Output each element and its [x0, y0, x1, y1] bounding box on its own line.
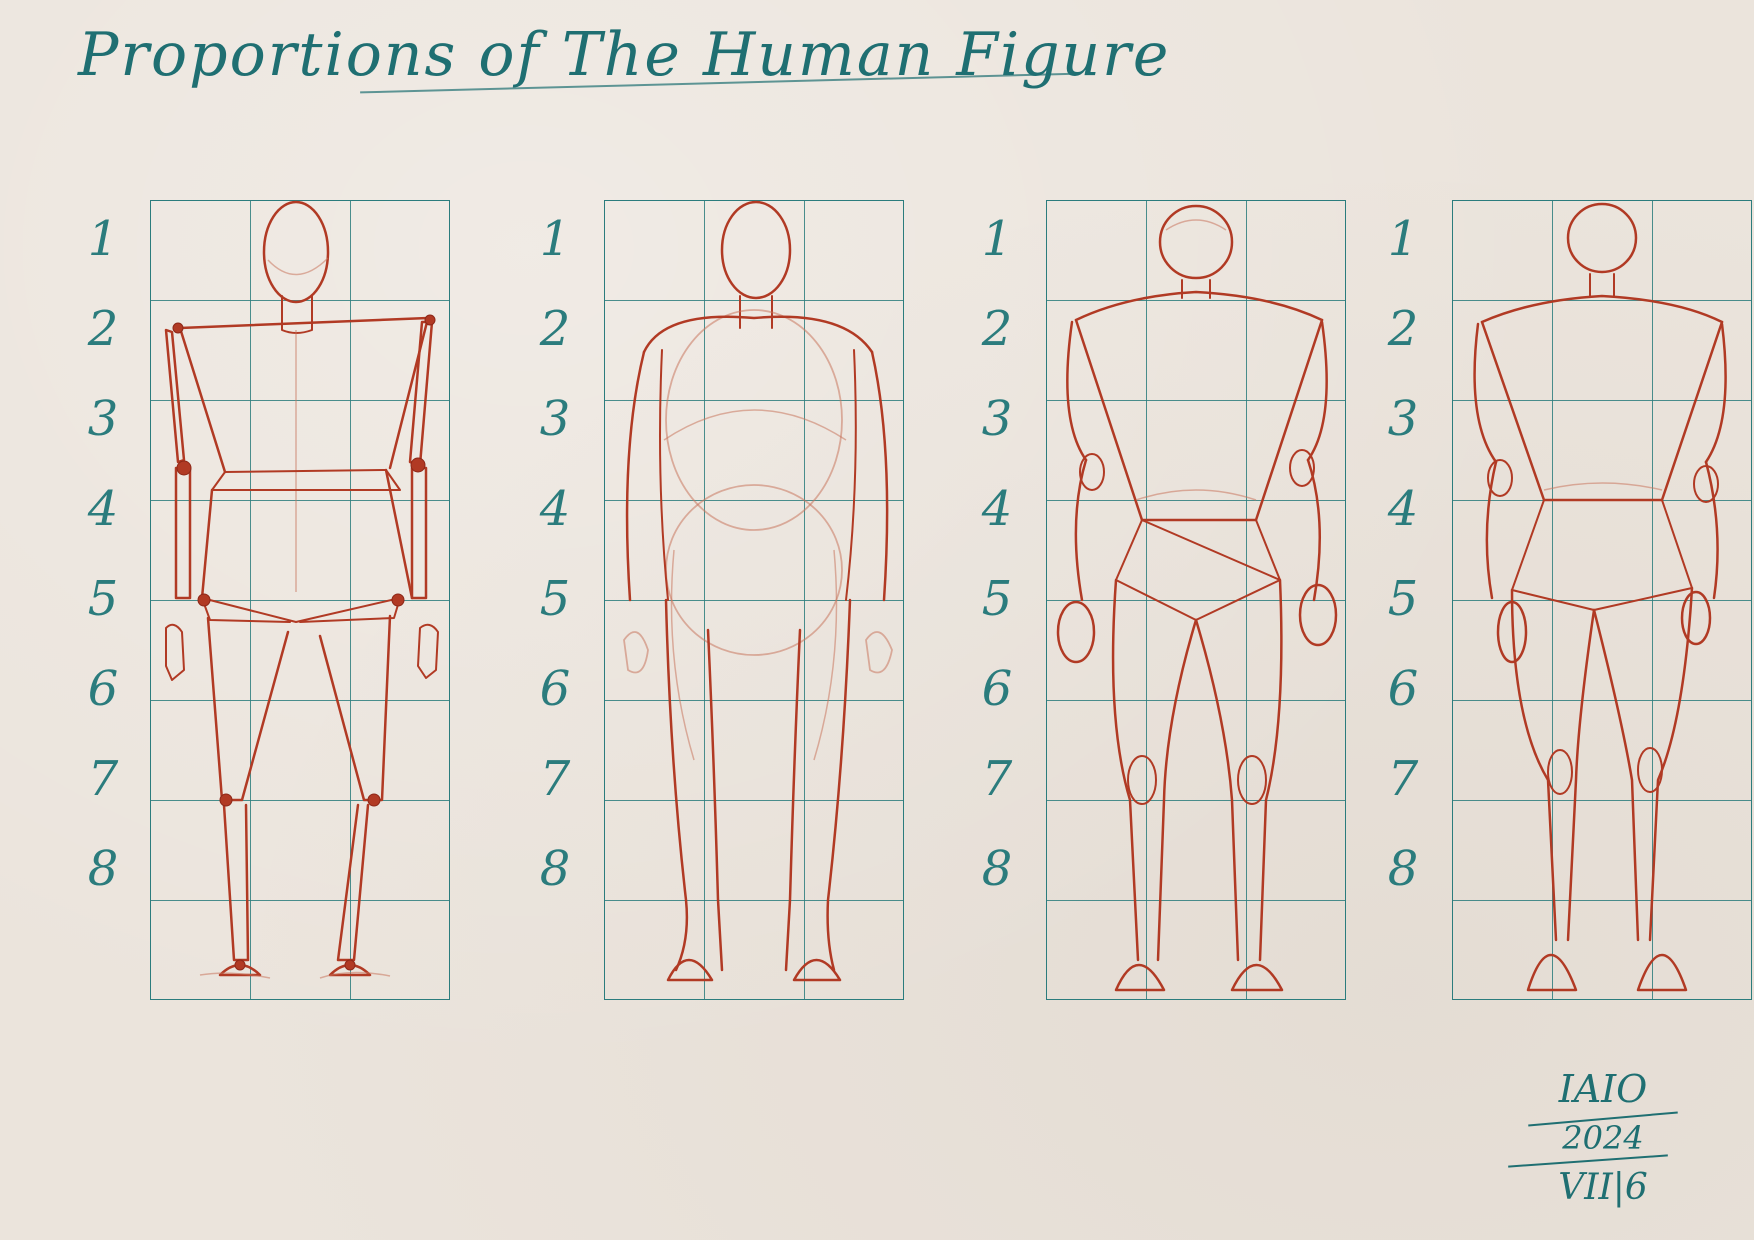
scale-number: 2 — [1387, 301, 1419, 357]
page-title: Proportions of The Human Figure — [78, 20, 1171, 90]
male-frame-figure-sketch — [1056, 204, 1338, 992]
mannequin-figure-sketch — [164, 200, 439, 979]
scale-number: 8 — [539, 841, 571, 897]
scale-number: 6 — [87, 661, 119, 717]
front-volumes-figure-sketch — [623, 200, 893, 982]
scale-number: 6 — [539, 661, 571, 717]
scale-number: 7 — [1387, 751, 1419, 807]
scale-numbers-1: 1 2 3 4 5 6 7 8 — [78, 200, 128, 1000]
scale-number: 7 — [981, 751, 1013, 807]
scale-number: 5 — [1387, 571, 1419, 627]
scale-numbers-4: 1 2 3 4 5 6 7 8 — [1378, 200, 1428, 1000]
scale-number: 1 — [1387, 211, 1419, 267]
scale-number: 4 — [1387, 481, 1419, 537]
figure-panel-female-frame — [1452, 200, 1752, 1000]
scale-number: 4 — [981, 481, 1013, 537]
signature-name: IAIO — [1558, 1067, 1648, 1111]
scale-number: 6 — [981, 661, 1013, 717]
artist-signature: IAIO 2024 VII|6 — [1508, 1070, 1698, 1230]
scale-number: 4 — [539, 481, 571, 537]
scale-number: 8 — [1387, 841, 1419, 897]
scale-number: 4 — [87, 481, 119, 537]
female-frame-figure-sketch — [1473, 202, 1727, 992]
scale-number: 7 — [539, 751, 571, 807]
scale-number: 7 — [87, 751, 119, 807]
figure-panel-mannequin — [150, 200, 450, 1000]
figure-panel-front-volumes — [604, 200, 904, 1000]
scale-number: 1 — [981, 211, 1013, 267]
scale-numbers-3: 1 2 3 4 5 6 7 8 — [972, 200, 1022, 1000]
scale-number: 8 — [87, 841, 119, 897]
figure-panel-male-frame — [1046, 200, 1346, 1000]
scale-number: 2 — [981, 301, 1013, 357]
scale-number: 8 — [981, 841, 1013, 897]
scale-number: 3 — [981, 391, 1013, 447]
scale-number: 3 — [87, 391, 119, 447]
scale-number: 5 — [87, 571, 119, 627]
scale-number: 6 — [1387, 661, 1419, 717]
scale-number: 1 — [87, 211, 119, 267]
signature-date: VII|6 — [1558, 1167, 1648, 1208]
scale-number: 2 — [539, 301, 571, 357]
scale-number: 5 — [981, 571, 1013, 627]
signature-year: 2024 — [1562, 1119, 1644, 1157]
scale-number: 1 — [539, 211, 571, 267]
scale-numbers-2: 1 2 3 4 5 6 7 8 — [530, 200, 580, 1000]
scale-number: 3 — [1387, 391, 1419, 447]
scale-number: 3 — [539, 391, 571, 447]
drawing-sheet: Proportions of The Human Figure 1 2 3 4 … — [0, 0, 1754, 1240]
scale-number: 5 — [539, 571, 571, 627]
scale-number: 2 — [87, 301, 119, 357]
